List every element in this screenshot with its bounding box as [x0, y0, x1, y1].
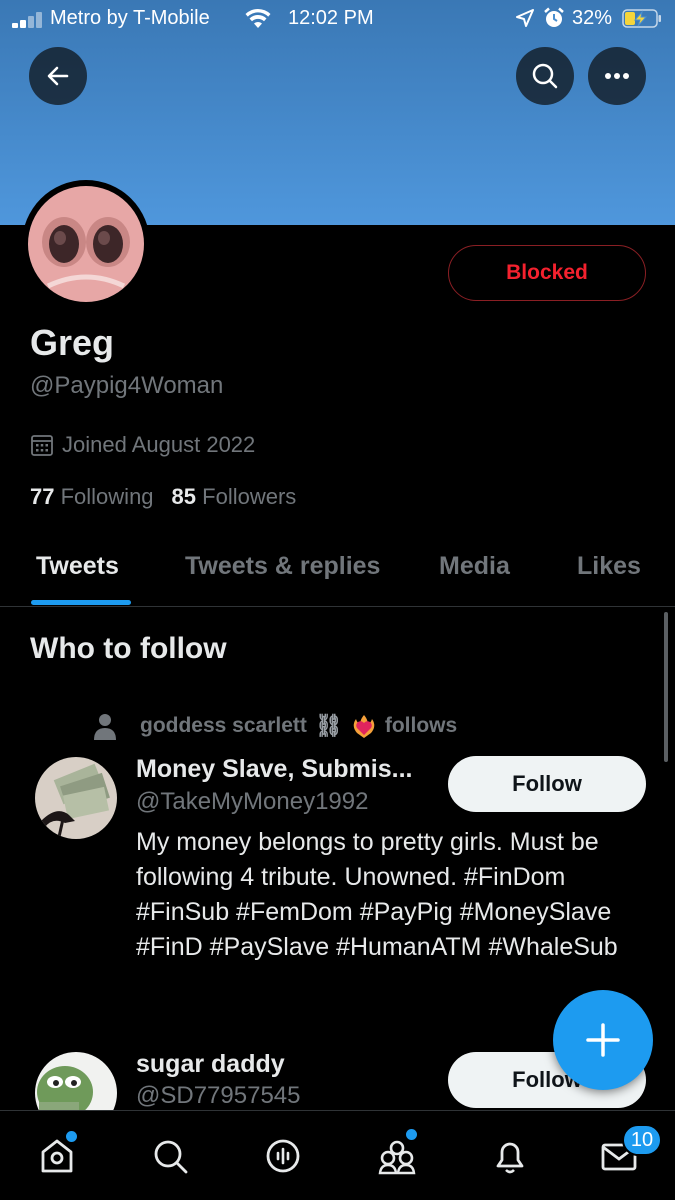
social-context: goddess scarlett ⛓ follows	[92, 712, 457, 740]
profile-handle: @Paypig4Woman	[30, 372, 224, 399]
bell-icon	[496, 1142, 524, 1174]
messages-unread-badge: 10	[622, 1124, 662, 1156]
chains-emoji: ⛓	[314, 713, 343, 738]
following-label: Following	[60, 484, 154, 509]
user-avatar[interactable]	[35, 757, 117, 839]
joined-date: Joined August 2022	[30, 432, 255, 458]
money-heels-image	[35, 757, 117, 839]
status-bar: Metro by T-Mobile 12:02 PM 32%	[0, 0, 675, 40]
who-to-follow-title: Who to follow	[30, 632, 227, 665]
clock-time: 12:02 PM	[288, 7, 374, 29]
compose-tweet-button[interactable]	[553, 990, 653, 1090]
cellular-signal-icon	[12, 12, 46, 28]
wifi-icon	[245, 8, 271, 28]
battery-charging-icon	[622, 9, 661, 28]
followers-link[interactable]: 85 Followers	[172, 484, 297, 510]
communities-notification-dot	[406, 1129, 417, 1140]
user-handle: @SD77957545	[136, 1082, 301, 1109]
tab-media[interactable]: Media	[439, 552, 510, 581]
nav-search[interactable]	[145, 1131, 195, 1181]
tab-likes[interactable]: Likes	[577, 552, 641, 581]
following-count: 77	[30, 484, 55, 509]
search-icon	[154, 1140, 188, 1174]
scrollbar[interactable]	[664, 612, 668, 762]
communities-icon	[378, 1140, 416, 1175]
active-tab-indicator	[31, 600, 131, 605]
heart-on-fire-icon	[353, 715, 375, 738]
more-horizontal-icon	[605, 73, 629, 79]
profile-tabs: Tweets Tweets & replies Media Likes	[0, 530, 675, 607]
profile-avatar[interactable]	[22, 180, 150, 308]
pig-snout-image	[28, 186, 144, 302]
location-arrow-icon	[516, 9, 534, 27]
spaces-microphone-icon	[266, 1139, 300, 1173]
home-icon	[41, 1139, 73, 1173]
search-icon	[532, 63, 558, 89]
nav-notifications[interactable]	[485, 1131, 535, 1181]
social-context-suffix: follows	[384, 714, 458, 737]
bottom-navigation	[0, 1110, 675, 1200]
followers-count: 85	[171, 484, 197, 509]
arrow-left-icon	[47, 66, 69, 86]
more-options-button[interactable]	[588, 47, 646, 105]
follow-stats: 77 Following 85 Followers	[30, 484, 296, 510]
user-name[interactable]: Money Slave, Submis...	[136, 755, 412, 784]
person-icon	[94, 714, 116, 740]
blocked-button[interactable]: Blocked	[448, 245, 646, 301]
following-link[interactable]: 77 Following	[30, 484, 154, 510]
carrier-name: Metro by T-Mobile	[50, 7, 210, 29]
nav-spaces[interactable]	[258, 1131, 308, 1181]
user-name[interactable]: sugar daddy	[136, 1050, 285, 1079]
tab-tweets-and-replies[interactable]: Tweets & replies	[185, 552, 380, 581]
tab-tweets[interactable]: Tweets	[36, 552, 119, 581]
plus-icon	[586, 1023, 620, 1057]
search-button[interactable]	[516, 47, 574, 105]
calendar-icon	[31, 435, 53, 456]
user-handle: @TakeMyMoney1992	[136, 788, 369, 815]
follow-button[interactable]: Follow	[448, 756, 646, 812]
alarm-icon	[544, 7, 564, 27]
home-notification-dot	[66, 1131, 77, 1142]
user-bio: My money belongs to pretty girls. Must b…	[136, 828, 618, 961]
profile-display-name: Greg	[30, 322, 115, 363]
followers-label: Followers	[202, 484, 297, 509]
back-button[interactable]	[29, 47, 87, 105]
social-context-name[interactable]: goddess scarlett	[140, 714, 307, 738]
joined-text: Joined August 2022	[62, 432, 256, 457]
battery-percentage: 32%	[572, 7, 613, 29]
